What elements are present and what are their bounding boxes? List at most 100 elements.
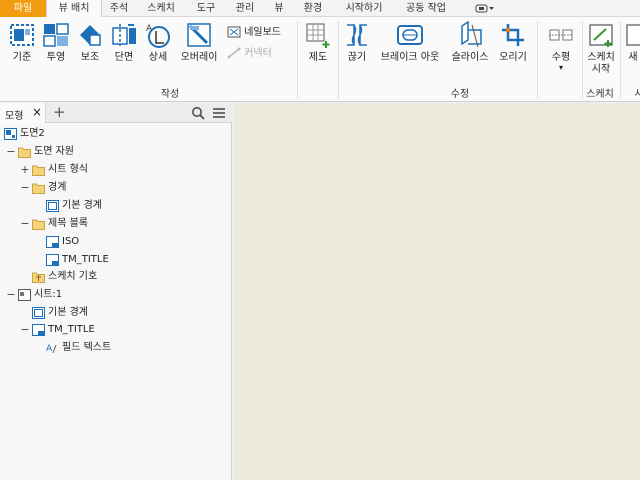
drawing-icon — [4, 128, 17, 140]
horizontal-button[interactable]: 수평 ▾ — [542, 21, 580, 72]
new-sheet-label: 새 — [628, 52, 638, 63]
crop-label: 오리기 — [499, 52, 527, 63]
overlay-view-icon — [187, 23, 211, 47]
tab-environments[interactable]: 환경 — [296, 0, 330, 17]
folder-icon — [32, 182, 45, 194]
tree-node-label: 제목 블록 — [48, 218, 88, 229]
collapse-icon[interactable]: − — [6, 287, 16, 303]
sketch-panel-label: 스케치 — [586, 89, 614, 100]
ribbon-tab-bar: 파일 뷰 배치 주석 스케치 도구 관리 뷰 환경 시작하기 공동 작업 — [0, 0, 640, 18]
collapse-icon[interactable]: − — [6, 144, 16, 160]
tree-node-label: TM_TITLE — [48, 324, 95, 335]
horizontal-dropdown-arrow[interactable]: ▾ — [542, 64, 580, 72]
new-sheet-button[interactable]: 새 — [623, 21, 640, 64]
break-out-label: 브레이크 아웃 — [380, 52, 440, 63]
tree-node-label: TM_TITLE — [62, 254, 109, 265]
border-icon — [46, 200, 59, 212]
tree-node-label: ISO — [62, 236, 80, 247]
add-tab-icon[interactable]: + — [53, 104, 66, 120]
tree-node-label: 도면 자원 — [34, 146, 74, 157]
tab-annotate[interactable]: 주석 — [102, 0, 136, 17]
tree-node-label: 경계 — [48, 182, 67, 193]
start-sketch-label-line1: 스케치 — [587, 52, 615, 63]
connector-icon — [227, 47, 241, 59]
auxiliary-view-icon — [80, 25, 101, 46]
slice-button[interactable]: 슬라이스 — [447, 21, 493, 64]
collapse-icon[interactable]: − — [20, 180, 30, 196]
tab-tools[interactable]: 도구 — [190, 0, 222, 17]
panel-separator — [338, 21, 339, 99]
panel-separator — [537, 21, 538, 99]
panel-separator — [297, 21, 298, 99]
drafting-view-icon — [306, 23, 330, 48]
detail-view-label: 상세 — [148, 52, 168, 63]
slice-label: 슬라이스 — [451, 52, 489, 63]
quick-access-dropdown-icon[interactable] — [475, 3, 495, 14]
model-tab-label: 모형 — [5, 111, 24, 122]
panel-separator — [620, 21, 621, 99]
overlay-view-button[interactable]: 오버레이 — [176, 21, 222, 64]
ribbon: 기준 투영 보조 단면 A 상세 오버레이 네일보드 커넥터 작성 제도 끊기 … — [0, 17, 640, 102]
drafting-label: 제도 — [308, 52, 328, 63]
overlay-view-label: 오버레이 — [180, 52, 218, 63]
tab-model[interactable]: 모형 × — [0, 103, 46, 123]
start-sketch-button[interactable]: 스케치 시작 — [584, 21, 618, 76]
symbol-folder-icon — [32, 271, 45, 283]
tab-sketch[interactable]: 스케치 — [140, 0, 182, 17]
tree-node-label: 기본 경계 — [48, 307, 88, 318]
projected-view-icon — [43, 23, 69, 47]
start-sketch-label-line2: 시작 — [591, 64, 611, 75]
tab-place-views[interactable]: 뷰 배치 — [46, 0, 102, 18]
close-icon[interactable]: × — [32, 106, 42, 118]
menu-icon[interactable] — [212, 107, 226, 119]
break-label: 끊기 — [347, 52, 367, 63]
collapse-icon[interactable]: − — [20, 322, 30, 338]
browser-header: 모형 × + — [0, 103, 232, 123]
section-view-label: 단면 — [114, 52, 134, 63]
section-view-button[interactable]: 단면 — [108, 21, 140, 64]
folder-icon — [18, 146, 31, 158]
break-icon — [347, 24, 367, 46]
tab-collaborate[interactable]: 공동 작업 — [398, 0, 454, 17]
search-icon[interactable] — [191, 106, 205, 120]
base-view-icon — [10, 24, 34, 46]
sheet-icon — [18, 289, 31, 301]
nailboard-button[interactable]: 네일보드 — [227, 23, 281, 38]
tab-manage[interactable]: 관리 — [228, 0, 262, 17]
svg-text:A: A — [46, 344, 53, 354]
tree-node-label: 시트 형식 — [48, 164, 88, 175]
section-view-icon — [112, 24, 136, 46]
collapse-icon[interactable]: − — [20, 216, 30, 232]
field-text-icon: A — [46, 342, 59, 354]
expand-icon[interactable]: + — [20, 162, 30, 178]
title-block-icon — [46, 236, 59, 248]
title-block-icon — [32, 324, 45, 336]
new-sheet-icon — [626, 24, 640, 46]
tree-node-label: 시트:1 — [34, 289, 63, 300]
break-out-icon — [397, 25, 423, 45]
detail-view-button[interactable]: A 상세 — [142, 21, 174, 64]
tab-view[interactable]: 뷰 — [268, 0, 290, 17]
break-button[interactable]: 끊기 — [342, 21, 372, 64]
projected-view-label: 투영 — [46, 52, 66, 63]
detail-view-icon: A — [146, 24, 170, 48]
connector-button[interactable]: 커넥터 — [227, 44, 272, 59]
connector-label: 커넥터 — [244, 48, 272, 59]
nailboard-icon — [227, 26, 241, 38]
drafting-button[interactable]: 제도 — [302, 21, 334, 64]
projected-view-button[interactable]: 투영 — [40, 21, 72, 64]
crop-icon — [502, 24, 524, 46]
crop-button[interactable]: 오리기 — [496, 21, 530, 64]
auxiliary-view-button[interactable]: 보조 — [74, 21, 106, 64]
sheets-panel-label: 시 — [634, 89, 640, 100]
tab-file[interactable]: 파일 — [0, 0, 46, 17]
horizontal-align-icon — [549, 29, 573, 41]
modify-panel-label: 수정 — [450, 89, 470, 100]
break-out-button[interactable]: 브레이크 아웃 — [375, 21, 445, 64]
tree-node-label: 스케치 기호 — [48, 271, 98, 282]
border-icon — [32, 307, 45, 319]
base-view-button[interactable]: 기준 — [6, 21, 38, 64]
tab-get-started[interactable]: 시작하기 — [336, 0, 392, 17]
model-browser: 모형 × + 도면2− 도면 자원 + 시트 형식 − 경계 기본 경계 − 제목 블록 ISO T… — [0, 103, 232, 480]
drawing-canvas[interactable] — [233, 103, 640, 480]
